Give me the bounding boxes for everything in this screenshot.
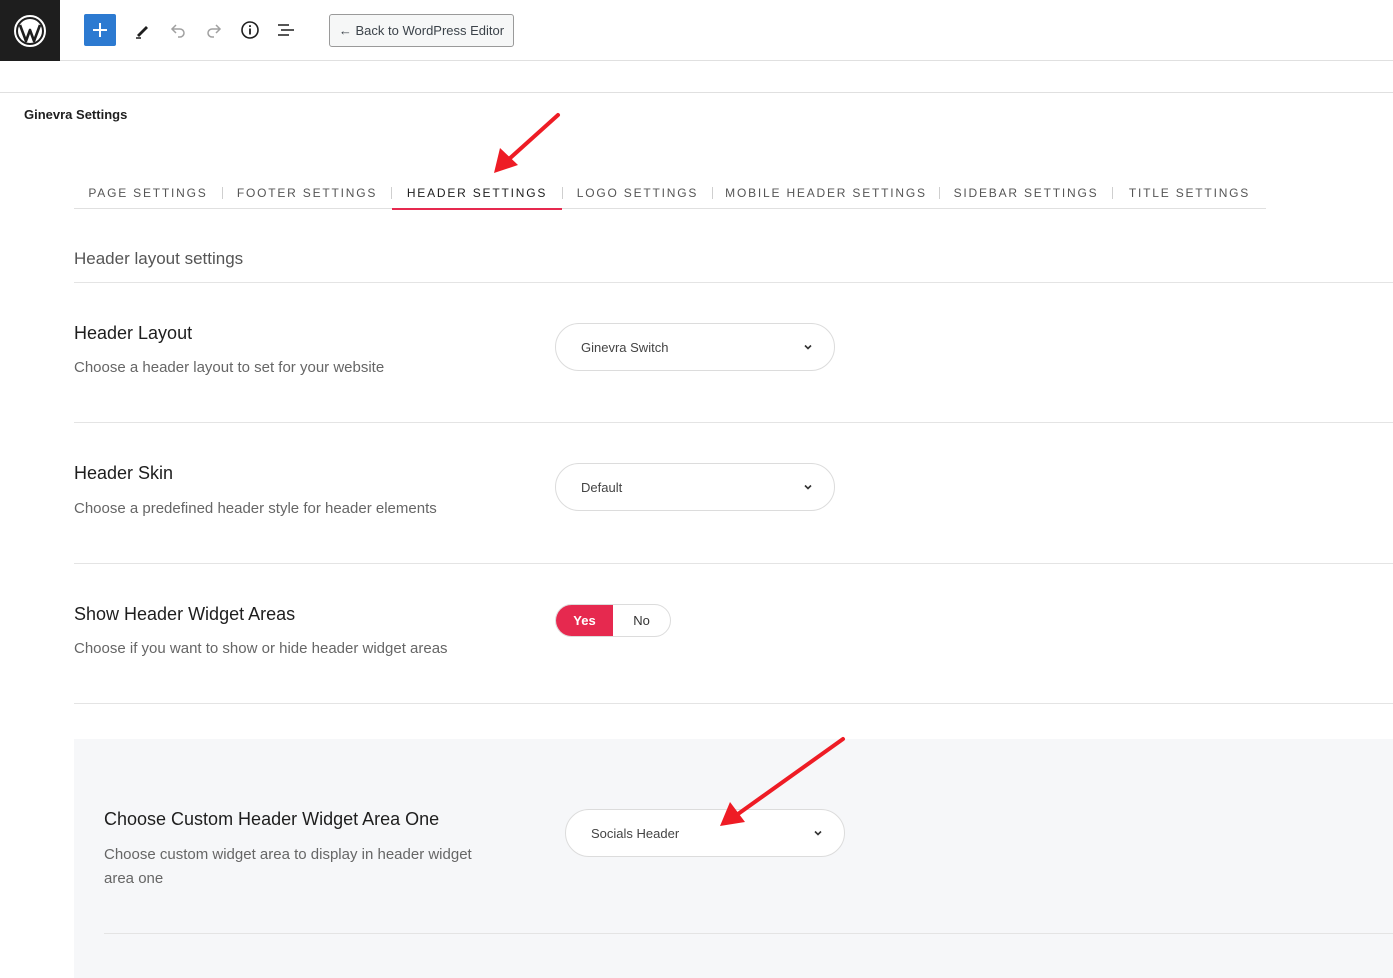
show-widget-areas-toggle: Yes No	[555, 604, 671, 637]
header-skin-select[interactable]: Default	[555, 463, 835, 511]
header-layout-description: Choose a header layout to set for your w…	[74, 359, 385, 376]
details-button[interactable]	[234, 14, 266, 46]
header-layout-label: Header Layout	[74, 323, 193, 343]
widget-area-one-label: Choose Custom Header Widget Area One	[104, 809, 440, 829]
divider	[0, 92, 1393, 93]
info-icon	[241, 21, 259, 39]
chevron-down-icon	[814, 830, 822, 836]
widget-area-one-description: Choose custom widget area to display in …	[104, 846, 472, 887]
chevron-down-icon	[804, 484, 812, 490]
page-title: Ginevra Settings	[24, 107, 128, 122]
tab-footer-settings[interactable]: FOOTER SETTINGS	[223, 178, 391, 209]
undo-button[interactable]	[162, 14, 194, 46]
header-layout-value: Ginevra Switch	[581, 339, 669, 355]
pencil-icon	[136, 26, 148, 39]
divider	[104, 933, 1393, 934]
header-skin-label: Header Skin	[74, 463, 174, 483]
widget-area-one-value: Socials Header	[591, 825, 680, 841]
redo-icon	[207, 24, 222, 38]
tools-button[interactable]	[126, 14, 158, 46]
list-view-icon	[278, 24, 294, 36]
add-block-button[interactable]	[84, 14, 116, 46]
back-to-editor-button[interactable]: ← Back to WordPress Editor	[329, 14, 514, 47]
header-skin-value: Default	[581, 479, 623, 495]
list-view-button[interactable]	[270, 14, 302, 46]
tab-mobile-header-settings[interactable]: MOBILE HEADER SETTINGS	[713, 178, 939, 209]
section-title: Header layout settings	[74, 249, 244, 268]
divider	[74, 563, 1393, 564]
chevron-down-icon	[804, 344, 812, 350]
wordpress-logo-icon[interactable]	[0, 0, 60, 61]
arrow-to-header-settings-tab	[494, 113, 560, 173]
editor-toolbar: ← Back to WordPress Editor	[0, 0, 1393, 61]
plus-icon	[93, 23, 107, 37]
divider	[74, 703, 1393, 704]
widget-area-one-select[interactable]: Socials Header	[565, 809, 845, 857]
show-widget-areas-description: Choose if you want to show or hide heade…	[74, 640, 448, 657]
undo-icon	[170, 24, 185, 38]
divider	[74, 422, 1393, 423]
toggle-no-option[interactable]: No	[613, 605, 670, 636]
tab-sidebar-settings[interactable]: SIDEBAR SETTINGS	[940, 178, 1112, 209]
show-widget-areas-label: Show Header Widget Areas	[74, 604, 296, 624]
tab-title-settings[interactable]: TITLE SETTINGS	[1113, 178, 1266, 209]
header-layout-select[interactable]: Ginevra Switch	[555, 323, 835, 371]
divider	[74, 282, 1393, 283]
settings-tabs: PAGE SETTINGS FOOTER SETTINGS HEADER SET…	[74, 178, 1266, 210]
tab-header-settings[interactable]: HEADER SETTINGS	[392, 178, 562, 210]
tab-page-settings[interactable]: PAGE SETTINGS	[74, 178, 222, 209]
tab-logo-settings[interactable]: LOGO SETTINGS	[563, 178, 712, 209]
redo-button[interactable]	[198, 14, 230, 46]
header-skin-description: Choose a predefined header style for hea…	[74, 500, 437, 517]
toggle-yes-option[interactable]: Yes	[556, 605, 613, 636]
